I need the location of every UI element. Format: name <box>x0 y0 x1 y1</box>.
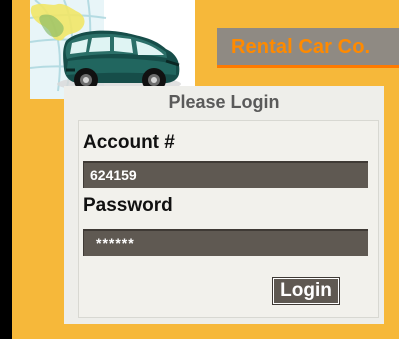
account-label: Account # <box>83 132 175 153</box>
account-number-field[interactable]: 624159 <box>83 161 368 188</box>
page: Rental Car Co. Please Login Account # 62… <box>0 0 399 339</box>
password-field[interactable]: ****** <box>83 229 368 256</box>
password-label: Password <box>83 195 173 216</box>
login-form: Account # 624159 Password ****** Login <box>78 120 379 318</box>
login-title: Please Login <box>168 92 280 112</box>
brand-banner: Rental Car Co. <box>217 28 399 68</box>
login-page-frame: Rental Car Co. Please Login Account # 62… <box>12 0 399 339</box>
account-number-value: 624159 <box>90 167 137 183</box>
car-globe-icon <box>30 0 195 99</box>
login-button[interactable]: Login <box>272 277 340 305</box>
brand-title: Rental Car Co. <box>231 36 371 58</box>
password-value: ****** <box>96 235 135 251</box>
car-and-globe-image <box>30 0 195 99</box>
login-panel: Please Login Account # 624159 Password *… <box>64 86 384 324</box>
